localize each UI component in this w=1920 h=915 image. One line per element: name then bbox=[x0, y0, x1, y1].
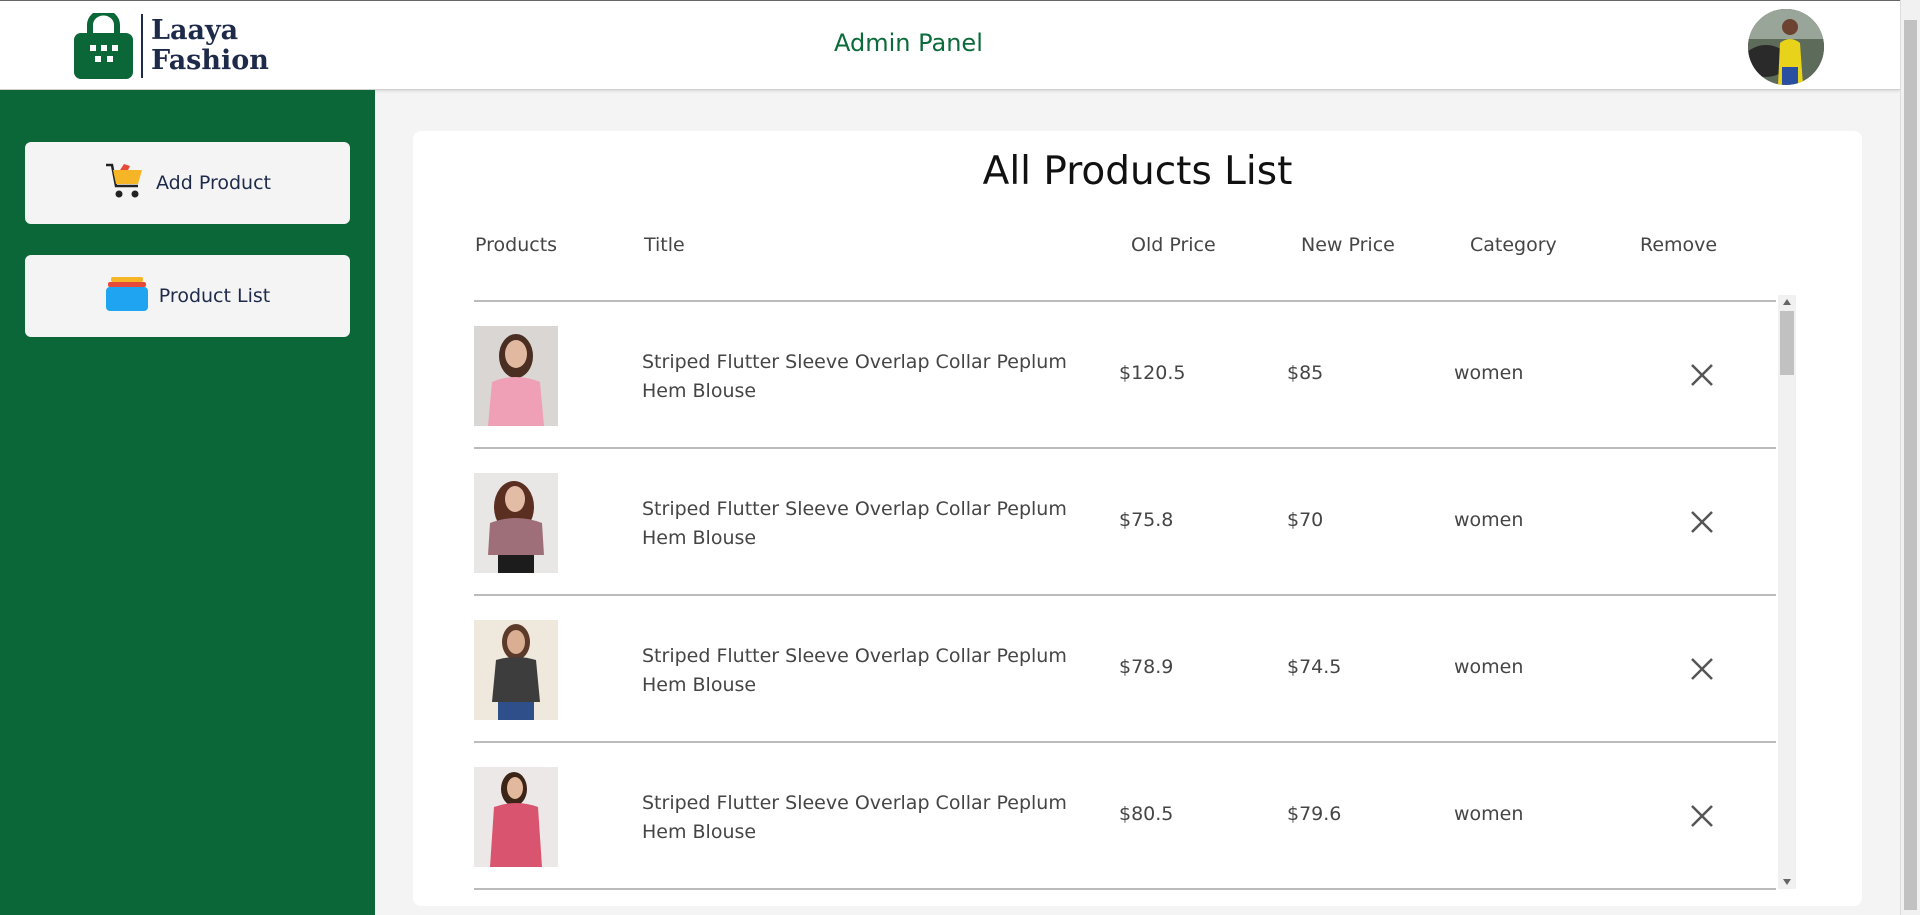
old-price: $78.9 bbox=[1119, 656, 1174, 678]
user-avatar[interactable] bbox=[1748, 9, 1824, 85]
column-header-remove: Remove bbox=[1640, 234, 1718, 256]
top-bar: Laaya Fashion Admin Panel bbox=[0, 0, 1900, 90]
remove-icon[interactable] bbox=[1689, 509, 1715, 535]
category: women bbox=[1454, 362, 1524, 384]
column-header-products: Products bbox=[475, 234, 558, 256]
category: women bbox=[1454, 509, 1524, 531]
old-price: $120.5 bbox=[1119, 362, 1186, 384]
table-row: Striped Flutter Sleeve Overlap Collar Pe… bbox=[474, 302, 1776, 449]
logo[interactable]: Laaya Fashion bbox=[74, 9, 269, 79]
scroll-down-icon[interactable] bbox=[1783, 879, 1791, 885]
category: women bbox=[1454, 656, 1524, 678]
old-price: $75.8 bbox=[1119, 509, 1174, 531]
panel-title: All Products List bbox=[982, 149, 1293, 194]
old-price: $80.5 bbox=[1119, 803, 1174, 825]
shopping-bag-icon bbox=[74, 9, 133, 79]
logo-divider bbox=[141, 14, 143, 78]
product-image bbox=[474, 767, 558, 867]
table-row: Striped Flutter Sleeve Overlap Collar Pe… bbox=[474, 596, 1776, 743]
sidebar: Add Product Product List bbox=[0, 90, 375, 915]
brand-name: Laaya Fashion bbox=[151, 16, 269, 76]
new-price: $70 bbox=[1287, 509, 1324, 531]
page-title: Admin Panel bbox=[834, 29, 983, 57]
table-row: Striped Flutter Sleeve Overlap Collar Pe… bbox=[474, 449, 1776, 596]
product-list-label: Product List bbox=[158, 285, 271, 307]
product-list-button[interactable]: Product List bbox=[25, 255, 350, 337]
product-image bbox=[474, 620, 558, 720]
add-product-label: Add Product bbox=[156, 172, 271, 194]
new-price: $85 bbox=[1287, 362, 1324, 384]
product-title: Striped Flutter Sleeve Overlap Collar Pe… bbox=[642, 498, 1067, 549]
column-header-old-price: Old Price bbox=[1131, 234, 1216, 256]
product-image bbox=[474, 326, 558, 426]
add-product-button[interactable]: Add Product bbox=[25, 142, 350, 224]
product-image bbox=[474, 473, 558, 573]
remove-icon[interactable] bbox=[1689, 803, 1715, 829]
brand-line-2: Fashion bbox=[151, 45, 269, 76]
new-price: $74.5 bbox=[1287, 656, 1342, 678]
product-list[interactable]: Striped Flutter Sleeve Overlap Collar Pe… bbox=[474, 300, 1810, 890]
column-header-title: Title bbox=[644, 234, 685, 256]
remove-icon[interactable] bbox=[1689, 656, 1715, 682]
column-header-new-price: New Price bbox=[1301, 234, 1395, 256]
remove-icon[interactable] bbox=[1689, 362, 1715, 388]
product-title: Striped Flutter Sleeve Overlap Collar Pe… bbox=[642, 792, 1067, 843]
category: women bbox=[1454, 803, 1524, 825]
page-scrollbar[interactable] bbox=[1900, 0, 1920, 915]
scroll-up-icon[interactable] bbox=[1783, 299, 1791, 305]
cart-icon bbox=[104, 162, 146, 204]
brand-line-1: Laaya bbox=[151, 15, 239, 46]
stack-icon bbox=[105, 275, 149, 317]
product-title: Striped Flutter Sleeve Overlap Collar Pe… bbox=[642, 351, 1067, 402]
products-panel: All Products List Products Title Old Pri… bbox=[413, 131, 1862, 906]
table-row: Striped Flutter Sleeve Overlap Collar Pe… bbox=[474, 743, 1776, 890]
page-scrollbar-thumb[interactable] bbox=[1904, 20, 1917, 910]
list-scrollbar[interactable] bbox=[1778, 295, 1796, 889]
list-scrollbar-thumb[interactable] bbox=[1780, 311, 1794, 375]
product-title: Striped Flutter Sleeve Overlap Collar Pe… bbox=[642, 645, 1067, 696]
column-header-category: Category bbox=[1470, 234, 1557, 256]
new-price: $79.6 bbox=[1287, 803, 1342, 825]
